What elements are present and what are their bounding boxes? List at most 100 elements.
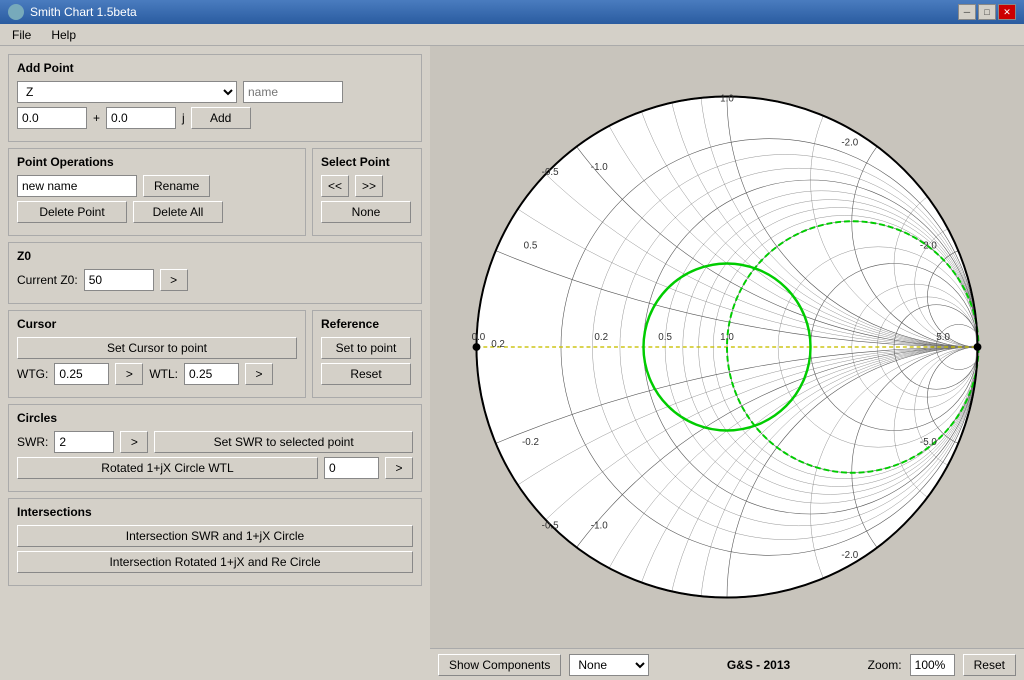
svg-text:-5.0: -5.0: [920, 437, 937, 448]
show-components-button[interactable]: Show Components: [438, 654, 561, 676]
credit-text: G&S - 2013: [657, 658, 859, 672]
rename-button[interactable]: Rename: [143, 175, 210, 197]
prev-point-button[interactable]: <<: [321, 175, 349, 197]
set-to-point-row: Set to point: [321, 337, 413, 359]
new-name-input[interactable]: [17, 175, 137, 197]
swr-label: SWR:: [17, 435, 48, 449]
circles-section: Circles SWR: > Set SWR to selected point…: [8, 404, 422, 492]
j-label: j: [182, 111, 185, 125]
svg-text:0.2: 0.2: [491, 339, 505, 350]
menu-file[interactable]: File: [8, 26, 35, 44]
intersection1-row: Intersection SWR and 1+jX Circle: [17, 525, 413, 547]
left-panel: Add Point Z Y S + j Add Point Operations: [0, 46, 430, 680]
bottom-bar: Show Components None G&S - 2013 Zoom: Re…: [430, 648, 1024, 680]
swr-row: SWR: > Set SWR to selected point: [17, 431, 413, 453]
title-bar-buttons: ─ □ ✕: [958, 4, 1016, 20]
intersection1-button[interactable]: Intersection SWR and 1+jX Circle: [17, 525, 413, 547]
add-point-type-row: Z Y S: [17, 81, 413, 103]
swr-set-button[interactable]: >: [120, 431, 148, 453]
set-to-point-button[interactable]: Set to point: [321, 337, 411, 359]
svg-text:-2.0: -2.0: [841, 138, 858, 149]
z0-title: Z0: [17, 249, 413, 263]
z0-row: Current Z0: >: [17, 269, 413, 291]
svg-text:-0.5: -0.5: [542, 521, 559, 532]
rotated-set-button[interactable]: >: [385, 457, 413, 479]
svg-text:-1.0: -1.0: [591, 521, 608, 532]
wtg-input[interactable]: [54, 363, 109, 385]
select-none-row: None: [321, 201, 413, 223]
none-point-button[interactable]: None: [321, 201, 411, 223]
set-swr-selected-button[interactable]: Set SWR to selected point: [154, 431, 413, 453]
wtl-input[interactable]: [184, 363, 239, 385]
set-cursor-button[interactable]: Set Cursor to point: [17, 337, 297, 359]
wtl-set-button[interactable]: >: [245, 363, 273, 385]
next-point-button[interactable]: >>: [355, 175, 383, 197]
set-cursor-row: Set Cursor to point: [17, 337, 297, 359]
add-point-value-row: + j Add: [17, 107, 413, 129]
z0-value-input[interactable]: [84, 269, 154, 291]
delete-row: Delete Point Delete All: [17, 201, 297, 223]
real-input[interactable]: [17, 107, 87, 129]
wtl-label: WTL:: [149, 367, 178, 381]
close-button[interactable]: ✕: [998, 4, 1016, 20]
wtg-set-button[interactable]: >: [115, 363, 143, 385]
svg-text:-0.5: -0.5: [542, 167, 559, 178]
z0-set-button[interactable]: >: [160, 269, 188, 291]
zoom-reset-button[interactable]: Reset: [963, 654, 1016, 676]
swr-input[interactable]: [54, 431, 114, 453]
intersection2-button[interactable]: Intersection Rotated 1+jX and Re Circle: [17, 551, 413, 573]
point-operations-section: Point Operations Rename Delete Point Del…: [8, 148, 306, 236]
cursor-title: Cursor: [17, 317, 297, 331]
z0-current-label: Current Z0:: [17, 273, 78, 287]
svg-text:-0.2: -0.2: [522, 437, 539, 448]
svg-text:0.5: 0.5: [658, 332, 672, 343]
point-operations-title: Point Operations: [17, 155, 297, 169]
wtg-wtl-row: WTG: > WTL: >: [17, 363, 297, 385]
plus-label: +: [93, 111, 100, 125]
reference-reset-row: Reset: [321, 363, 413, 385]
rotated-row: Rotated 1+jX Circle WTL >: [17, 457, 413, 479]
point-type-select[interactable]: Z Y S: [17, 81, 237, 103]
intersections-title: Intersections: [17, 505, 413, 519]
svg-text:-1.0: -1.0: [591, 162, 608, 173]
maximize-button[interactable]: □: [978, 4, 996, 20]
smith-chart-container: ∞ 0.0 1.0 0.2 0.5 1.0 0.5 0.2 -0.2 -2.0 …: [447, 46, 1007, 680]
select-point-title: Select Point: [321, 155, 413, 169]
intersections-section: Intersections Intersection SWR and 1+jX …: [8, 498, 422, 586]
select-point-section: Select Point << >> None: [312, 148, 422, 236]
add-point-title: Add Point: [17, 61, 413, 75]
rotated-value-input[interactable]: [324, 457, 379, 479]
circles-title: Circles: [17, 411, 413, 425]
minimize-button[interactable]: ─: [958, 4, 976, 20]
svg-text:1.0: 1.0: [720, 332, 734, 343]
svg-text:-2.0: -2.0: [841, 550, 858, 561]
delete-point-button[interactable]: Delete Point: [17, 201, 127, 223]
title-bar-left: Smith Chart 1.5beta: [8, 4, 137, 20]
none-dropdown-group: None: [569, 654, 649, 676]
imag-input[interactable]: [106, 107, 176, 129]
delete-all-button[interactable]: Delete All: [133, 201, 223, 223]
add-point-section: Add Point Z Y S + j Add: [8, 54, 422, 142]
reference-reset-button[interactable]: Reset: [321, 363, 411, 385]
rotated-circle-button[interactable]: Rotated 1+jX Circle WTL: [17, 457, 318, 479]
svg-text:0.5: 0.5: [524, 241, 538, 252]
title-bar: Smith Chart 1.5beta ─ □ ✕: [0, 0, 1024, 24]
wtg-label: WTG:: [17, 367, 48, 381]
app-icon: [8, 4, 24, 20]
smith-chart-svg[interactable]: ∞ 0.0 1.0 0.2 0.5 1.0 0.5 0.2 -0.2 -2.0 …: [447, 62, 1007, 632]
z0-section: Z0 Current Z0: >: [8, 242, 422, 304]
cursor-reference-row: Cursor Set Cursor to point WTG: > WTL: >…: [8, 310, 422, 398]
add-button[interactable]: Add: [191, 107, 251, 129]
right-panel: ∞ 0.0 1.0 0.2 0.5 1.0 0.5 0.2 -0.2 -2.0 …: [430, 46, 1024, 680]
svg-text:1.0: 1.0: [720, 93, 734, 104]
none-dropdown[interactable]: None: [569, 654, 649, 676]
select-nav-row: << >>: [321, 175, 413, 197]
menu-help[interactable]: Help: [47, 26, 80, 44]
point-name-input[interactable]: [243, 81, 343, 103]
intersection2-row: Intersection Rotated 1+jX and Re Circle: [17, 551, 413, 573]
zoom-input[interactable]: [910, 654, 955, 676]
main-content: Add Point Z Y S + j Add Point Operations: [0, 46, 1024, 680]
window-title: Smith Chart 1.5beta: [30, 5, 137, 19]
svg-text:0.2: 0.2: [594, 332, 608, 343]
point-ops-row: Point Operations Rename Delete Point Del…: [8, 148, 422, 236]
